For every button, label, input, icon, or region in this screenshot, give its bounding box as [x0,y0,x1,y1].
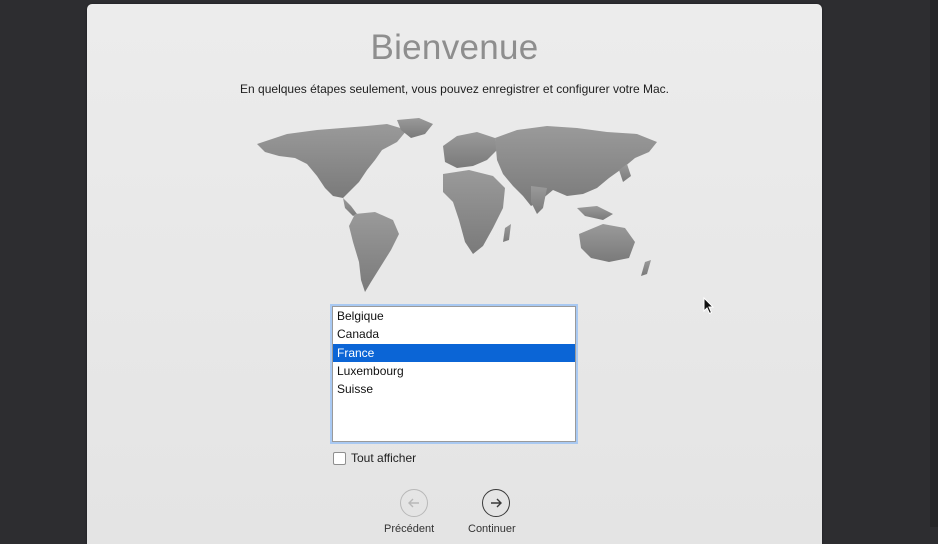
continue-button-label: Continuer [468,523,516,535]
show-all-checkbox[interactable] [333,451,346,465]
country-listbox[interactable]: Belgique Canada France Luxembourg Suisse [332,306,576,442]
world-map-image [257,118,657,292]
arrow-right-icon [491,498,502,508]
country-option[interactable]: Canada [333,325,575,343]
back-button[interactable] [400,489,428,517]
page-subtitle: En quelques étapes seulement, vous pouve… [240,82,669,96]
page-title: Bienvenue [370,28,539,67]
setup-assistant-panel: Bienvenue En quelques étapes seulement, … [87,4,822,544]
country-option[interactable]: Suisse [333,380,575,398]
back-button-label: Précédent [384,523,435,535]
country-option-selected[interactable]: France [333,343,575,362]
continue-button[interactable] [482,489,510,517]
mouse-pointer-icon [703,297,715,315]
arrow-left-icon [408,498,419,508]
country-option[interactable]: Luxembourg [333,362,575,380]
show-all-label[interactable]: Tout afficher [351,451,416,465]
show-all-row[interactable]: Tout afficher [333,451,416,465]
desktop-edge [930,0,938,527]
country-option[interactable]: Belgique [333,307,575,325]
